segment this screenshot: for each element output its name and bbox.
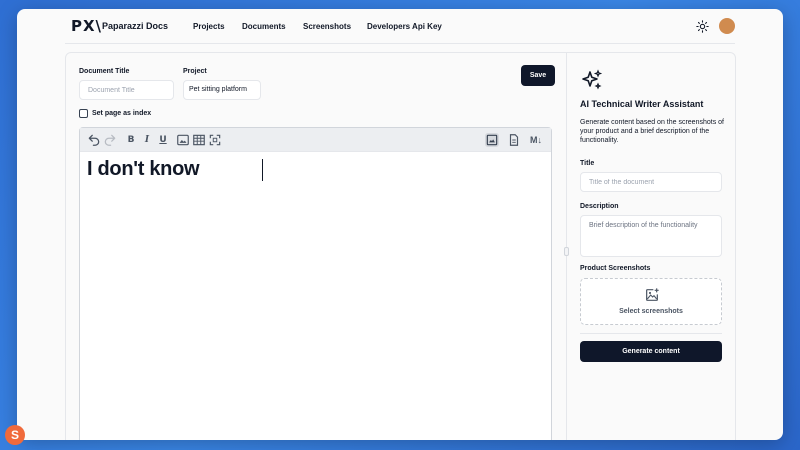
- italic-icon[interactable]: I: [140, 133, 154, 147]
- document-title-label: Document Title: [79, 68, 130, 75]
- underline-icon[interactable]: U: [156, 133, 170, 147]
- index-checkbox[interactable]: [79, 109, 88, 118]
- app-logo[interactable]: PX\: [71, 17, 102, 35]
- wysiwyg-icon[interactable]: [485, 133, 499, 147]
- app-window: PX\ Paparazzi Docs Projects Documents Sc…: [17, 9, 783, 440]
- add-image-icon: [646, 288, 659, 301]
- s-logo-icon[interactable]: S: [5, 425, 25, 445]
- image-icon[interactable]: [176, 133, 190, 147]
- project-select[interactable]: Pet sitting platform: [183, 80, 261, 100]
- assistant-divider: [580, 333, 722, 334]
- markdown-icon[interactable]: M↓: [527, 133, 545, 147]
- document-title-input[interactable]: [79, 80, 174, 100]
- editor-toolbar: B I U M↓: [80, 128, 551, 152]
- project-label: Project: [183, 68, 207, 75]
- resize-handle[interactable]: [564, 247, 569, 256]
- editor-content[interactable]: I don't know: [87, 158, 200, 181]
- nav-developers-api-key[interactable]: Developers Api Key: [367, 22, 442, 31]
- sparkles-icon: [582, 69, 603, 90]
- generate-content-button[interactable]: Generate content: [580, 341, 722, 362]
- table-icon[interactable]: [192, 133, 206, 147]
- bold-icon[interactable]: B: [124, 133, 138, 147]
- text-caret: [262, 159, 263, 181]
- nav-documents[interactable]: Documents: [242, 22, 286, 31]
- nav-screenshots[interactable]: Screenshots: [303, 22, 351, 31]
- nav-projects[interactable]: Projects: [193, 22, 225, 31]
- screenshot-dropzone[interactable]: Select screenshots: [580, 278, 722, 325]
- markdown-editor[interactable]: B I U M↓ I don't know: [79, 127, 552, 440]
- assistant-description: Generate content based on the screenshot…: [580, 119, 724, 144]
- top-nav: PX\ Paparazzi Docs Projects Documents Sc…: [17, 9, 783, 43]
- select-screenshots-label: Select screenshots: [619, 308, 683, 315]
- avatar[interactable]: [719, 18, 735, 34]
- save-button[interactable]: Save: [521, 65, 555, 86]
- file-icon[interactable]: [507, 133, 521, 147]
- brand-name[interactable]: Paparazzi Docs: [102, 21, 168, 31]
- index-checkbox-label: Set page as index: [92, 110, 152, 117]
- ai-title-label: Title: [580, 160, 595, 167]
- fullscreen-icon[interactable]: [208, 133, 222, 147]
- header-divider: [65, 43, 735, 44]
- undo-icon[interactable]: [87, 133, 101, 147]
- ai-description-label: Description: [580, 203, 619, 210]
- product-screenshots-label: Product Screenshots: [580, 265, 651, 272]
- theme-toggle-icon[interactable]: [696, 20, 709, 33]
- ai-description-input[interactable]: [580, 215, 722, 257]
- panel-divider: [566, 52, 567, 440]
- assistant-title: AI Technical Writer Assistant: [580, 99, 704, 109]
- ai-title-input[interactable]: [580, 172, 722, 192]
- redo-icon[interactable]: [103, 133, 117, 147]
